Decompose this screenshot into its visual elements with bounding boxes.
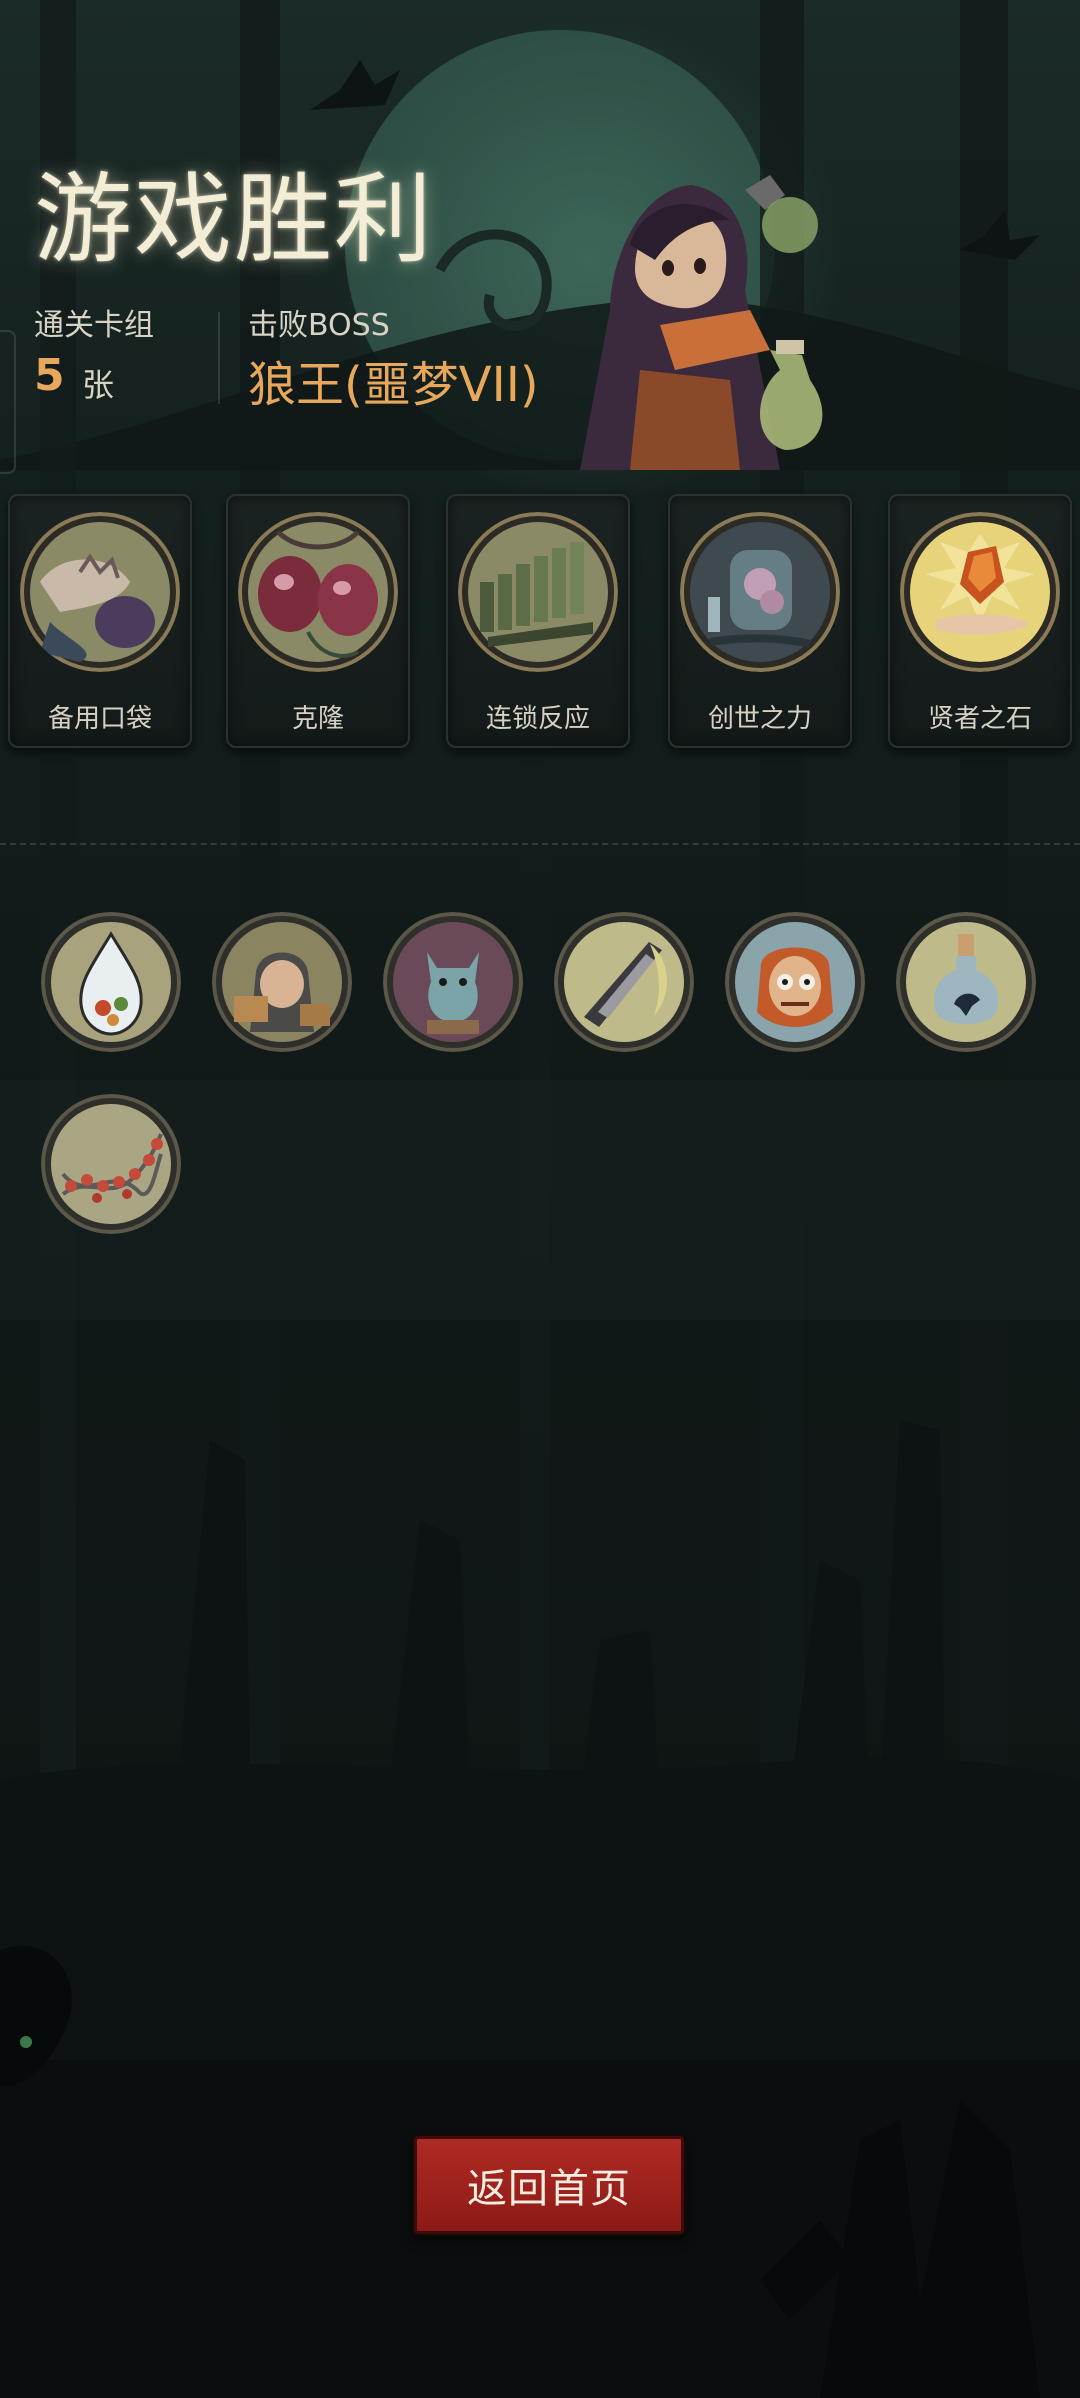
relic-name: 克隆 — [291, 704, 344, 734]
chain-reaction-icon — [458, 512, 618, 672]
genesis-power-icon — [680, 512, 840, 672]
relic-list: 备用口袋 克隆 连锁反应 创世之力 贤者之石 — [8, 494, 1080, 748]
clone-icon — [238, 512, 398, 672]
relic-card-philosophers-stone[interactable]: 贤者之石 — [888, 494, 1072, 748]
side-tab-indicator — [0, 330, 16, 474]
boss-label: 击败BOSS — [248, 308, 390, 343]
boss-name: 狼王(噩梦VII) — [248, 357, 539, 413]
crazed-man-icon[interactable] — [725, 912, 865, 1052]
section-divider — [0, 843, 1080, 845]
stat-divider — [218, 312, 220, 404]
deck-unit: 张 — [82, 366, 115, 404]
relic-name: 贤者之石 — [927, 704, 1032, 734]
deck-label: 通关卡组 — [34, 308, 154, 343]
relic-card-chain-reaction[interactable]: 连锁反应 — [446, 494, 630, 748]
gargoyle-icon[interactable] — [383, 912, 523, 1052]
deck-count: 5 — [34, 350, 65, 401]
dna-helix-icon[interactable] — [41, 1094, 181, 1234]
philosophers-stone-icon — [900, 512, 1060, 672]
hero-character-portrait — [580, 175, 823, 470]
potion-drop-icon[interactable] — [41, 912, 181, 1052]
relic-card-clone[interactable]: 克隆 — [226, 494, 410, 748]
blade-icon[interactable] — [554, 912, 694, 1052]
relic-card-genesis-power[interactable]: 创世之力 — [668, 494, 852, 748]
relic-name: 连锁反应 — [485, 704, 590, 734]
return-home-button[interactable]: 返回首页 — [414, 2136, 684, 2234]
hooded-merchant-icon[interactable] — [212, 912, 352, 1052]
relic-card-spare-pocket[interactable]: 备用口袋 — [8, 494, 192, 748]
spare-pocket-icon — [20, 512, 180, 672]
relic-name: 创世之力 — [707, 704, 812, 734]
victory-title: 游戏胜利 — [34, 163, 435, 277]
bottled-crow-icon[interactable] — [896, 912, 1036, 1052]
relic-name: 备用口袋 — [47, 704, 152, 734]
return-home-label: 返回首页 — [467, 2166, 631, 2212]
